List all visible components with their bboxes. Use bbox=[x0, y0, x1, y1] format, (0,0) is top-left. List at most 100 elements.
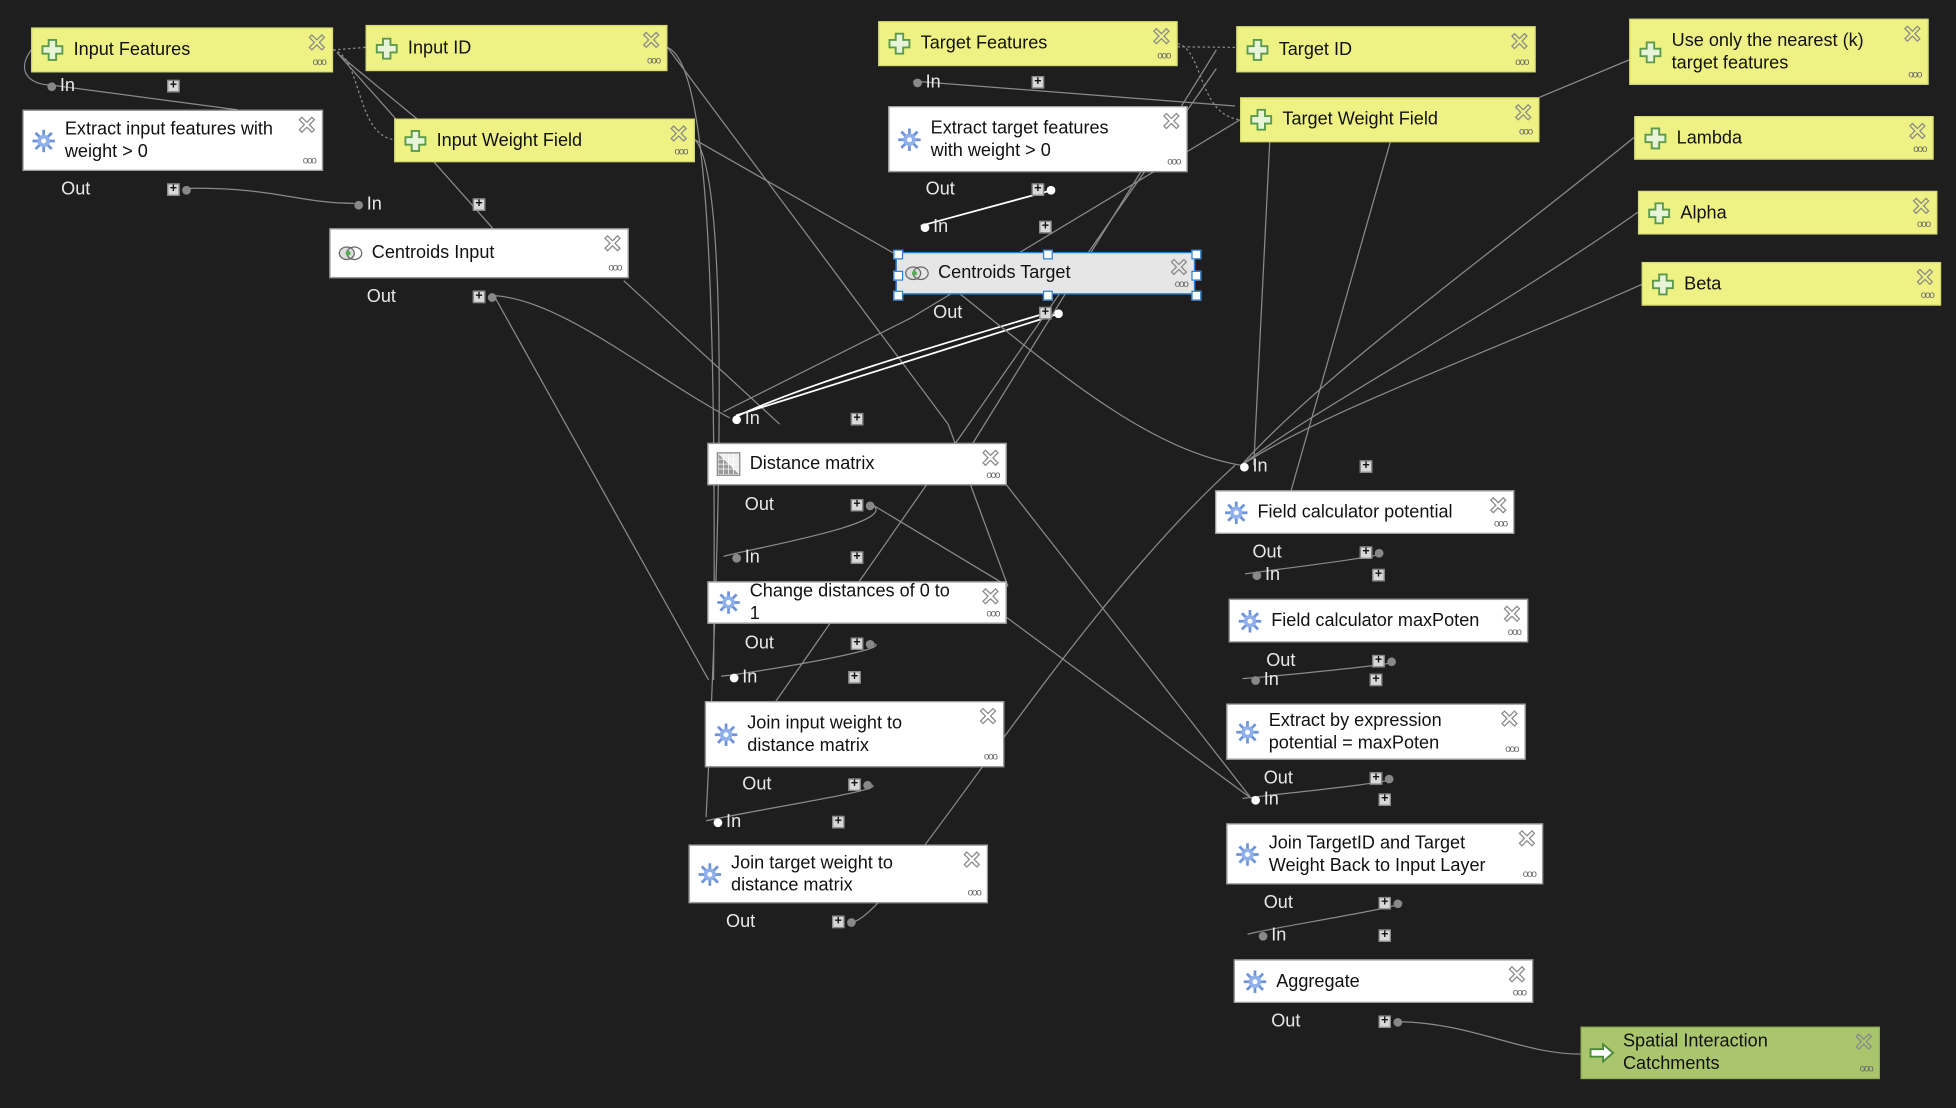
more-options-icon[interactable]: ooo bbox=[1494, 518, 1508, 529]
close-icon[interactable] bbox=[963, 851, 981, 868]
more-options-icon[interactable]: ooo bbox=[1515, 57, 1529, 67]
node-algorithm[interactable]: Extract by expression potential = maxPot… bbox=[1226, 703, 1526, 760]
expand-port-button[interactable]: + bbox=[1378, 896, 1391, 910]
resize-handle[interactable] bbox=[1042, 290, 1053, 301]
more-options-icon[interactable]: ooo bbox=[1913, 144, 1927, 155]
close-icon[interactable] bbox=[1916, 268, 1934, 286]
port-connector[interactable] bbox=[1258, 931, 1268, 941]
more-options-icon[interactable]: ooo bbox=[1917, 219, 1931, 230]
node-algorithm[interactable]: Field calculator potential ooo bbox=[1215, 490, 1515, 534]
node-algorithm[interactable]: Join TargetID and Target Weight Back to … bbox=[1226, 823, 1544, 885]
port-connector[interactable] bbox=[1393, 1017, 1403, 1027]
node-algorithm[interactable]: Extract target features with weight > 0 … bbox=[888, 106, 1188, 173]
expand-port-button[interactable]: + bbox=[848, 671, 861, 684]
expand-port-button[interactable]: + bbox=[1039, 306, 1052, 320]
expand-port-button[interactable]: + bbox=[1039, 220, 1052, 234]
node-algorithm[interactable]: Centroids Input ooo bbox=[329, 228, 629, 279]
port-connector[interactable] bbox=[1384, 774, 1394, 784]
node-algorithm[interactable]: Field calculator maxPoten ooo bbox=[1228, 598, 1529, 643]
close-icon[interactable] bbox=[604, 234, 621, 252]
more-options-icon[interactable]: ooo bbox=[1157, 51, 1171, 61]
close-icon[interactable] bbox=[1163, 112, 1180, 130]
close-icon[interactable] bbox=[1912, 197, 1930, 215]
node-parameter[interactable]: Target ID ooo bbox=[1236, 26, 1536, 73]
model-designer-canvas[interactable]: Input Features ooo Input ID ooo Extract … bbox=[0, 0, 1956, 1108]
more-options-icon[interactable]: ooo bbox=[984, 752, 998, 762]
port-connector[interactable] bbox=[920, 223, 930, 233]
expand-port-button[interactable]: + bbox=[472, 290, 486, 304]
port-connector[interactable] bbox=[847, 918, 856, 927]
close-icon[interactable] bbox=[308, 34, 326, 51]
node-parameter[interactable]: Alpha ooo bbox=[1637, 190, 1938, 235]
more-options-icon[interactable]: ooo bbox=[1908, 69, 1922, 80]
resize-handle[interactable] bbox=[893, 290, 904, 301]
expand-port-button[interactable]: + bbox=[1369, 673, 1383, 687]
node-algorithm[interactable]: Change distances of 0 to 1 ooo bbox=[707, 581, 1007, 624]
more-options-icon[interactable]: ooo bbox=[303, 155, 317, 166]
expand-port-button[interactable]: + bbox=[1372, 654, 1385, 668]
close-icon[interactable] bbox=[982, 587, 999, 605]
more-options-icon[interactable]: ooo bbox=[647, 56, 661, 66]
expand-port-button[interactable]: + bbox=[1359, 460, 1373, 473]
close-icon[interactable] bbox=[642, 31, 660, 49]
close-icon[interactable] bbox=[1909, 122, 1926, 140]
port-connector[interactable] bbox=[1374, 548, 1384, 558]
close-icon[interactable] bbox=[670, 125, 688, 142]
port-connector[interactable] bbox=[913, 78, 922, 88]
port-connector[interactable] bbox=[1393, 899, 1403, 909]
port-connector[interactable] bbox=[1251, 795, 1260, 805]
close-icon[interactable] bbox=[1508, 965, 1526, 983]
node-parameter[interactable]: Target Weight Field ooo bbox=[1240, 97, 1540, 143]
more-options-icon[interactable]: ooo bbox=[1523, 869, 1537, 880]
more-options-icon[interactable]: ooo bbox=[1513, 987, 1527, 998]
node-parameter[interactable]: Target Features ooo bbox=[878, 21, 1178, 67]
resize-handle[interactable] bbox=[893, 249, 904, 260]
expand-port-button[interactable]: + bbox=[1378, 1015, 1391, 1028]
expand-port-button[interactable]: + bbox=[1372, 568, 1385, 582]
expand-port-button[interactable]: + bbox=[832, 815, 845, 829]
port-connector[interactable] bbox=[487, 293, 497, 302]
expand-port-button[interactable]: + bbox=[1369, 772, 1383, 785]
resize-handle[interactable] bbox=[1042, 249, 1053, 260]
port-connector[interactable] bbox=[1046, 185, 1056, 195]
port-connector[interactable] bbox=[713, 818, 723, 828]
resize-handle[interactable] bbox=[1191, 290, 1202, 301]
more-options-icon[interactable]: ooo bbox=[986, 608, 1000, 619]
expand-port-button[interactable]: + bbox=[1378, 793, 1391, 806]
expand-port-button[interactable]: + bbox=[1031, 183, 1045, 196]
expand-port-button[interactable]: + bbox=[850, 498, 864, 512]
more-options-icon[interactable]: ooo bbox=[1167, 157, 1181, 167]
port-connector[interactable] bbox=[47, 82, 57, 92]
port-connector[interactable] bbox=[729, 673, 739, 683]
more-options-icon[interactable]: ooo bbox=[1508, 627, 1522, 637]
node-parameter[interactable]: Lambda ooo bbox=[1634, 116, 1934, 160]
node-algorithm[interactable]: Distance matrix ooo bbox=[707, 442, 1007, 486]
node-parameter[interactable]: Input ID ooo bbox=[365, 24, 668, 72]
expand-port-button[interactable]: + bbox=[850, 551, 864, 564]
close-icon[interactable] bbox=[1501, 710, 1518, 727]
close-icon[interactable] bbox=[1503, 605, 1521, 623]
port-connector[interactable] bbox=[1054, 309, 1063, 319]
node-parameter[interactable]: Use only the nearest (k) target features… bbox=[1629, 18, 1929, 85]
expand-port-button[interactable]: + bbox=[1031, 75, 1045, 89]
close-icon[interactable] bbox=[1153, 27, 1170, 45]
close-icon[interactable] bbox=[1904, 25, 1921, 43]
expand-port-button[interactable]: + bbox=[167, 183, 180, 196]
node-algorithm[interactable]: Join input weight to distance matrix ooo bbox=[704, 701, 1005, 768]
expand-port-button[interactable]: + bbox=[472, 198, 486, 211]
more-options-icon[interactable]: ooo bbox=[674, 147, 688, 157]
more-options-icon[interactable]: ooo bbox=[968, 888, 982, 898]
close-icon[interactable] bbox=[1855, 1033, 1873, 1051]
close-icon[interactable] bbox=[1514, 103, 1532, 121]
resize-handle[interactable] bbox=[893, 270, 904, 281]
more-options-icon[interactable]: ooo bbox=[1860, 1063, 1874, 1074]
node-algorithm[interactable]: Centroids Target ooo bbox=[893, 249, 1202, 301]
port-connector[interactable] bbox=[1251, 676, 1260, 685]
port-connector[interactable] bbox=[1240, 462, 1249, 472]
node-algorithm[interactable]: Join target weight to distance matrix oo… bbox=[688, 844, 989, 904]
port-connector[interactable] bbox=[863, 780, 873, 790]
expand-port-button[interactable]: + bbox=[832, 915, 845, 929]
expand-port-button[interactable]: + bbox=[1378, 929, 1391, 942]
expand-port-button[interactable]: + bbox=[850, 637, 864, 650]
expand-port-button[interactable]: + bbox=[850, 412, 864, 426]
